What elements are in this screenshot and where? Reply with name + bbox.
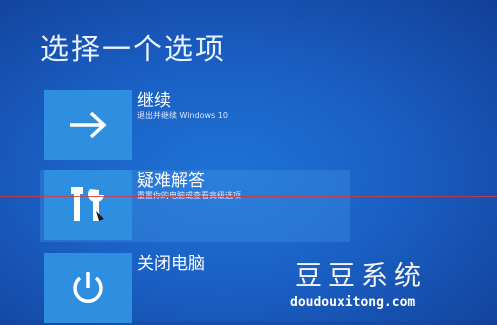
watermark-logo-text: 豆豆系统 <box>295 261 427 292</box>
option-shutdown-tile[interactable] <box>44 253 132 323</box>
power-icon <box>73 272 103 303</box>
watermark-url: doudouxitong.com <box>290 295 416 310</box>
option-continue-tile[interactable] <box>44 90 132 160</box>
option-continue-description: 退出并继续 Windows 10 <box>137 111 228 120</box>
option-troubleshoot[interactable]: 疑难解答 重置你的电脑或查看高级选项 <box>40 170 350 242</box>
option-troubleshoot-tile[interactable] <box>44 170 132 240</box>
arrow-right-icon <box>70 111 107 139</box>
option-continue[interactable]: 继续 退出并继续 Windows 10 <box>40 90 350 162</box>
page-title: 选择一个选项 <box>40 32 227 66</box>
red-scan-line <box>0 196 497 197</box>
option-shutdown-label: 关闭电脑 <box>137 254 205 274</box>
tools-icon <box>71 187 104 221</box>
option-continue-label: 继续 <box>137 91 171 111</box>
option-troubleshoot-label: 疑难解答 <box>137 171 205 191</box>
